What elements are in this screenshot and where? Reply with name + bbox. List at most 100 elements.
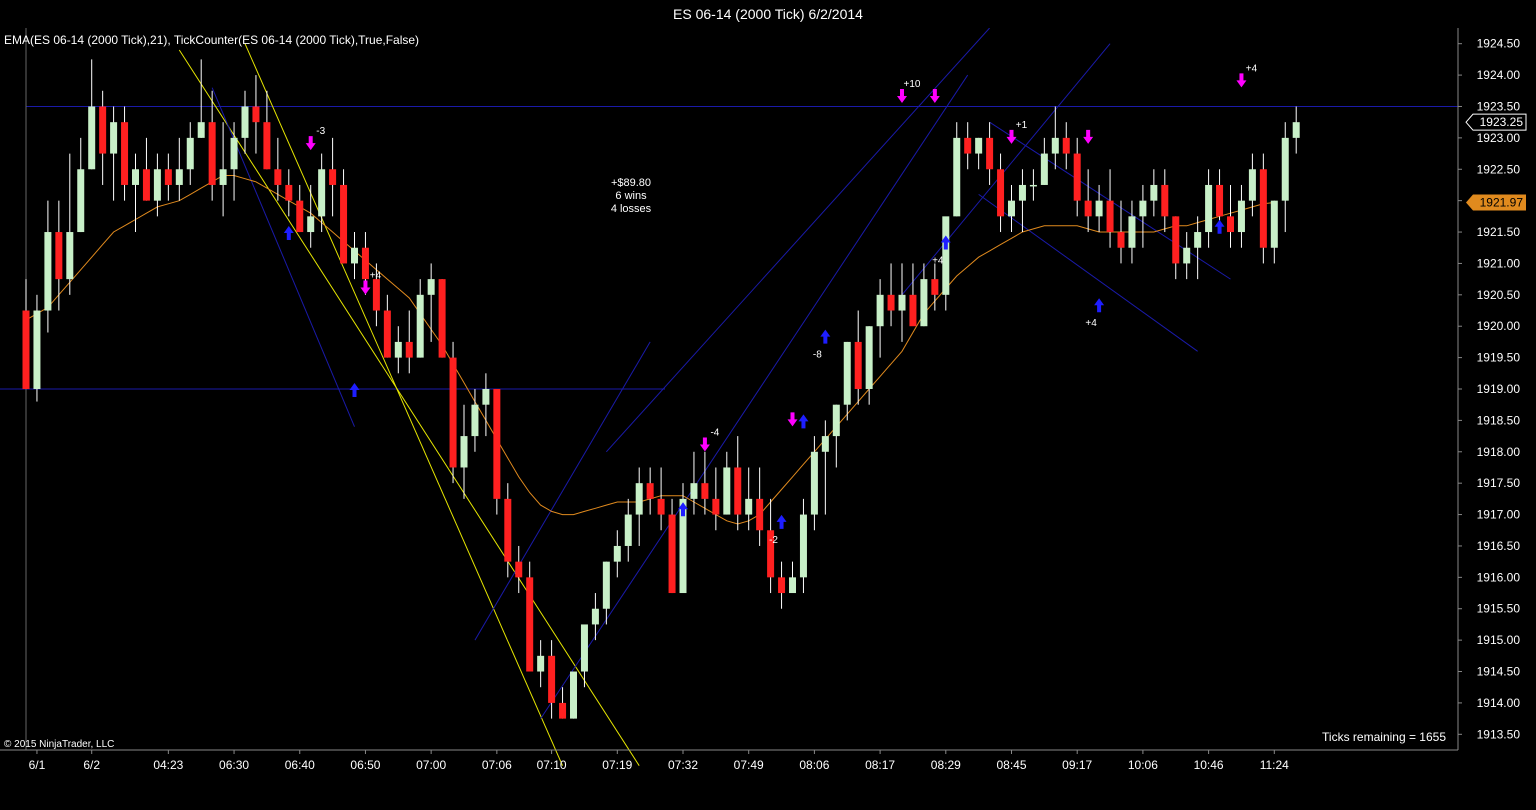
candle-body-down — [668, 514, 676, 594]
y-tick-label: 1921.50 — [1477, 225, 1521, 239]
y-tick-label: 1915.50 — [1477, 602, 1521, 616]
y-tick-label: 1914.50 — [1477, 665, 1521, 679]
price-chart[interactable]: -3 +4 -4 -2 -8 +10 +4 +1 +4 +4 1913.50 1914.00 1914… — [0, 27, 1536, 805]
candle — [493, 389, 501, 515]
x-tick-label: 07:19 — [602, 758, 632, 772]
candle-body-down — [1259, 169, 1267, 248]
candle-body-up — [1281, 137, 1289, 201]
candle-body-up — [153, 169, 161, 201]
trade-result-label: +1 — [1016, 120, 1028, 131]
x-tick-label: 6/2 — [83, 758, 100, 772]
candle-body-up — [1008, 200, 1015, 217]
candle-body-down — [285, 184, 293, 201]
candle-body-down — [964, 137, 972, 154]
pnl-summary: +$89.80 — [611, 177, 651, 189]
candle-body-down — [1073, 153, 1081, 201]
candle-body-down — [55, 232, 63, 280]
chart-background — [0, 28, 1536, 805]
candle-body-down — [263, 122, 271, 170]
y-tick-label: 1916.50 — [1477, 539, 1521, 553]
candle-body-down — [515, 561, 523, 578]
candle-body-up — [88, 106, 96, 170]
candle-body-up — [1040, 153, 1048, 185]
candle-body-up — [570, 671, 577, 719]
candle-body-down — [1227, 216, 1234, 233]
y-tick-label: 1917.00 — [1477, 508, 1521, 522]
x-tick-label: 08:45 — [996, 758, 1026, 772]
candle-body-up — [1270, 200, 1278, 248]
candle-body-down — [1172, 216, 1180, 264]
candle-body-down — [504, 498, 512, 562]
candle-body-down — [756, 498, 764, 531]
candle-body-up — [865, 326, 873, 389]
candle — [1259, 153, 1267, 264]
candle-body-up — [580, 624, 588, 672]
trade-result-label: +10 — [904, 79, 921, 90]
candle-body-up — [613, 545, 621, 562]
candle-body-down — [296, 200, 304, 233]
x-tick-label: 06:30 — [219, 758, 249, 772]
candle-body-down — [121, 122, 129, 185]
candle-body-down — [931, 279, 939, 295]
candle-body-up — [1128, 216, 1136, 248]
candle-body-down — [208, 122, 216, 185]
candle-body-up — [230, 137, 238, 170]
candle-body-up — [635, 483, 643, 515]
candle-body-up — [394, 341, 402, 358]
candle-body-up — [876, 294, 884, 327]
y-tick-label: 1918.00 — [1477, 445, 1521, 459]
x-tick-label: 04:23 — [153, 758, 183, 772]
candle-body-down — [361, 247, 369, 280]
candle-body-down — [548, 655, 556, 703]
candle-body-up — [471, 404, 479, 437]
candle-body-down — [164, 169, 172, 185]
candle-body-up — [1018, 184, 1026, 201]
candle-body-up — [482, 389, 490, 405]
candle — [449, 341, 457, 484]
trade-result-label: -4 — [710, 428, 719, 439]
y-tick-label: 1919.50 — [1477, 351, 1521, 365]
candle-body-up — [33, 310, 41, 389]
x-tick-label: 10:06 — [1128, 758, 1158, 772]
y-tick-label: 1913.50 — [1477, 727, 1521, 741]
y-tick-label: 1921.00 — [1477, 256, 1521, 270]
x-tick-label: 07:49 — [734, 758, 764, 772]
candle-body-down — [493, 389, 501, 499]
ticks-remaining: Ticks remaining = 1655 — [1322, 730, 1446, 744]
candle-body-up — [723, 467, 731, 515]
candle-body-down — [372, 279, 380, 311]
candle-body-up — [427, 279, 435, 295]
candle-body-up — [799, 514, 807, 578]
x-tick-label: 08:17 — [865, 758, 895, 772]
candle-body-down — [405, 341, 413, 358]
candle-body-down — [1106, 200, 1114, 233]
candle-body-down — [383, 310, 391, 358]
candle-body-up — [821, 436, 829, 452]
candle-body-up — [789, 577, 796, 594]
x-tick-label: 6/1 — [29, 758, 46, 772]
candle-body-up — [1237, 200, 1245, 233]
chart-panel[interactable]: -3 +4 -4 -2 -8 +10 +4 +1 +4 +4 1913.50 1914.00 1914… — [0, 27, 1536, 805]
candle-body-up — [843, 341, 851, 405]
candle-body-down — [142, 169, 150, 201]
candle-body-up — [197, 122, 205, 138]
ema-price-marker: 1921.97 — [1466, 194, 1526, 211]
y-tick-label: 1924.00 — [1477, 68, 1521, 82]
candle-body-down — [340, 184, 348, 264]
candle-body-up — [351, 247, 358, 264]
candle-body-down — [854, 341, 862, 389]
candle-body-down — [274, 169, 282, 185]
candle-body-up — [832, 404, 840, 437]
candle-body-up — [186, 137, 194, 170]
candle-body-up — [1205, 184, 1213, 233]
candle-body-up — [1150, 184, 1158, 201]
window-title: ES 06-14 (2000 Tick) 6/2/2014 — [0, 0, 1536, 28]
candle-body-down — [438, 279, 446, 358]
x-tick-label: 07:10 — [537, 758, 567, 772]
candle — [679, 483, 687, 594]
trade-result-label: -8 — [813, 350, 822, 361]
y-tick-label: 1923.50 — [1477, 99, 1521, 113]
candle-body-down — [997, 169, 1005, 217]
candle-body-down — [701, 483, 709, 499]
candle-body-down — [1062, 137, 1070, 154]
